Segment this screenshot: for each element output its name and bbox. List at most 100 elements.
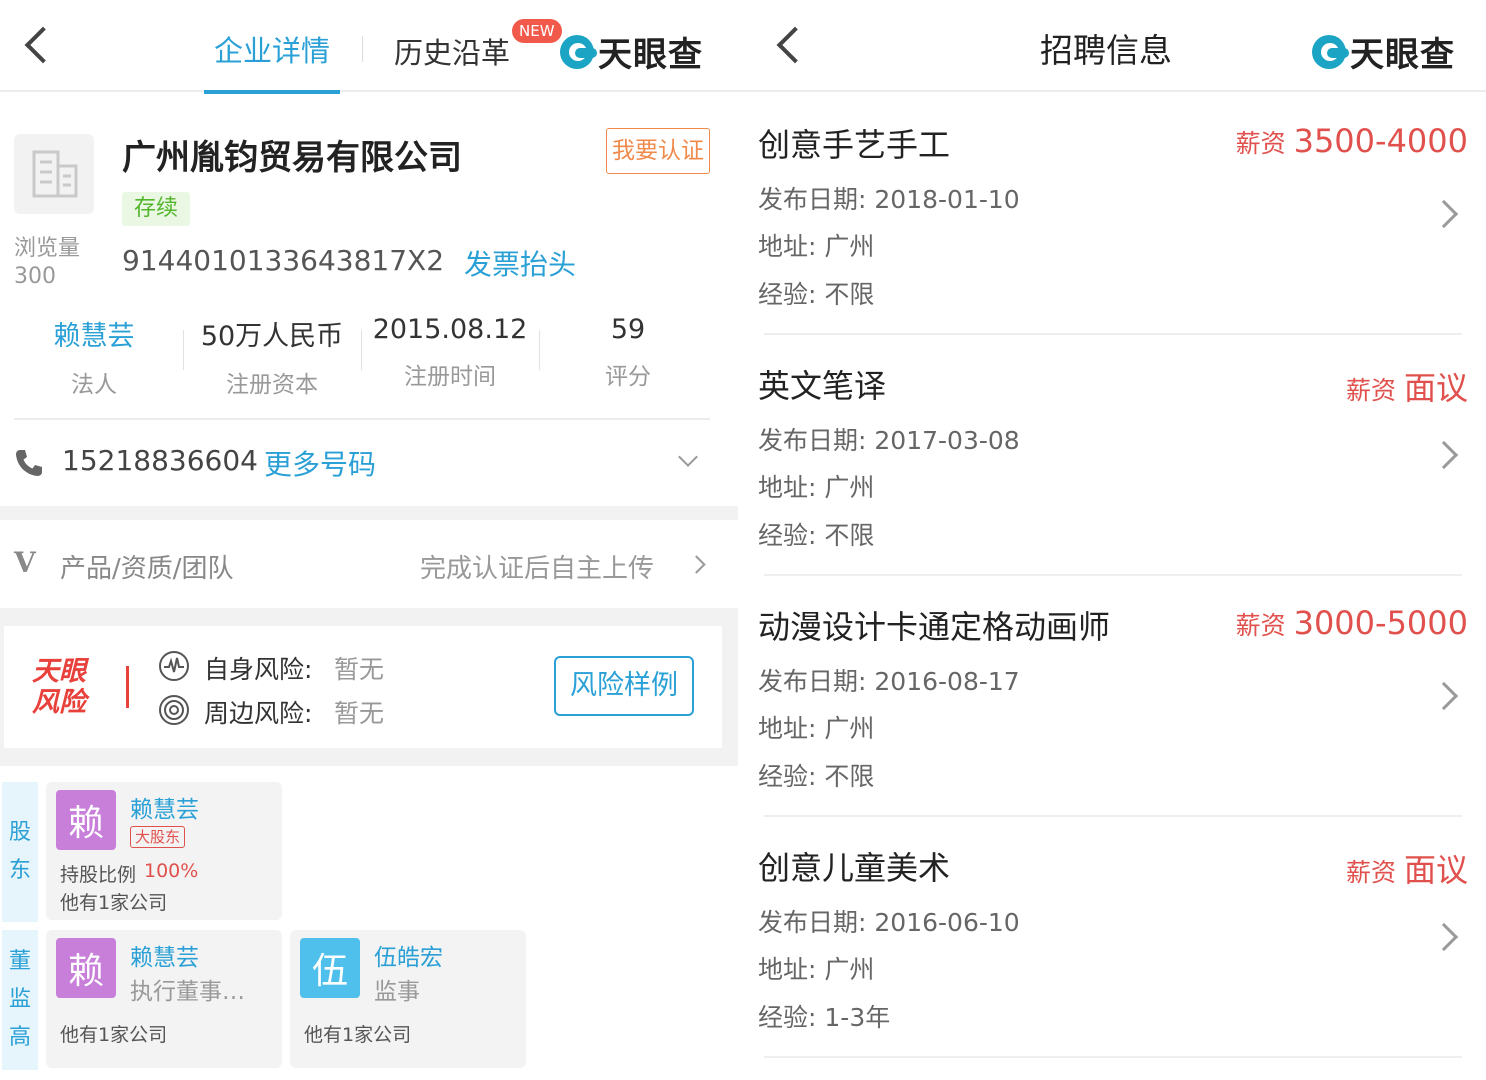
avatar: 赖 [56,938,116,998]
chevron-right-icon [1429,681,1459,711]
v-badge-icon: V [14,546,36,579]
address-value: 广州 [824,473,875,502]
legal-person-label: 法人 [71,372,117,398]
self-risk-label: 自身风险: [204,655,313,684]
radar-icon [159,695,189,725]
job-item[interactable]: 创意手艺手工 薪资 3500-4000 发布日期: 2018-01-10 地址: … [738,94,1486,334]
job-date: 发布日期: 2017-03-08 [758,421,1020,457]
surrounding-risk-value: 暂无 [334,699,385,728]
more-numbers-link[interactable]: 更多号码 [264,443,376,483]
job-item[interactable]: 英文笔译 薪资 面议 发布日期: 2017-03-08 地址: 广州 经验: 不限 [738,335,1486,575]
job-experience: 经验: 1-3年 [758,998,890,1034]
product-label: 产品/资质/团队 [60,554,234,584]
back-arrow-icon[interactable] [24,26,62,64]
phone-row[interactable]: 15218836604 更多号码 [0,420,738,506]
registered-capital-value: 50万人民币 [200,321,344,352]
stat-legal-person[interactable]: 赖慧芸 法人 [6,314,182,398]
address-label: 地址: [758,232,817,261]
chevron-right-icon [1429,199,1459,229]
score-value: 59 [610,314,646,345]
address-label: 地址: [758,473,817,502]
executives-section-label: 董 监 高 [2,930,38,1070]
tab-company-detail-label: 企业详情 [214,34,331,68]
executive-card[interactable]: 伍 伍皓宏 监事 他有1家公司 [290,930,526,1068]
job-salary: 薪资 3000-5000 [1236,604,1468,642]
salary-label: 薪资 [1235,129,1286,158]
job-item[interactable]: 创意儿童美术 薪资 面议 发布日期: 2016-06-10 地址: 广州 经验: … [738,817,1486,1057]
date-value: 2016-08-17 [874,667,1020,696]
share-ratio-label: 持股比例 [60,864,137,886]
shareholders-char: 股 [8,820,31,845]
credit-code: 9144010133643817X2 [122,244,445,277]
company-count: 他有1家公司 [60,892,168,914]
stat-score: 59 评分 [540,314,716,394]
shareholders-char: 东 [8,858,31,883]
executive-card[interactable]: 赖 赖慧芸 执行董事… 他有1家公司 [46,930,282,1068]
job-item[interactable]: 动漫设计卡通定格动画师 薪资 3000-5000 发布日期: 2016-08-17… [738,576,1486,816]
address-value: 广州 [824,955,875,984]
risk-card: 天眼 风险 自身风险: 暂无 周边风险: 暂无 风险样例 [4,626,722,748]
salary-value: 3500-4000 [1293,122,1468,160]
invoice-title-link[interactable]: 发票抬头 [464,243,576,283]
certify-button[interactable]: 我要认证 [606,128,710,174]
job-address: 地址: 广州 [758,950,874,986]
divider [764,1056,1462,1058]
tianyan-risk-logo: 天眼 风险 [32,656,102,718]
avatar: 伍 [300,938,360,998]
share-ratio-value: 100% [144,860,199,882]
risk-logo-divider [126,666,129,708]
job-salary: 薪资 面议 [1346,845,1468,891]
risk-sample-button[interactable]: 风险样例 [554,656,694,716]
product-qualification-row[interactable]: V 产品/资质/团队 完成认证后自主上传 [0,520,738,608]
job-experience: 经验: 不限 [758,757,874,793]
chevron-right-icon [1429,922,1459,952]
job-title: 动漫设计卡通定格动画师 [758,608,1111,646]
avatar: 赖 [56,790,116,850]
tab-company-detail[interactable]: 企业详情 [204,0,340,94]
address-label: 地址: [758,955,817,984]
major-shareholder-tag: 大股东 [130,826,186,848]
self-risk-value: 暂无 [334,655,385,684]
company-count: 他有1家公司 [60,1024,168,1046]
salary-label: 薪资 [1345,376,1396,405]
risk-logo-line1: 天眼 [32,656,86,687]
active-tab-underline [204,90,340,94]
company-count: 他有1家公司 [304,1024,412,1046]
tab-history[interactable]: 历史沿革 [394,30,510,72]
tianyancha-logo: 天眼查 [560,27,703,76]
executive-role: 监事 [374,979,420,1005]
tianyancha-logo: 天眼查 [1312,27,1455,76]
job-salary: 薪资 面议 [1346,363,1468,409]
tianyancha-mark-icon [560,34,597,69]
tianyancha-logo-text: 天眼查 [598,35,703,75]
views-label: 浏览量 [14,236,81,261]
chevron-down-icon[interactable] [678,447,698,467]
executive-name: 赖慧芸 [130,945,199,971]
date-label: 发布日期: [758,426,867,455]
experience-value: 不限 [824,280,875,309]
shareholders-section-label: 股 东 [2,782,38,922]
shareholder-card[interactable]: 赖 赖慧芸 大股东 持股比例 100% 他有1家公司 [46,782,282,920]
chevron-right-icon [687,555,706,574]
executive-role: 执行董事… [130,979,245,1005]
experience-label: 经验: [758,521,817,550]
tianyancha-logo-text: 天眼查 [1350,35,1455,75]
experience-label: 经验: [758,280,817,309]
stat-registered-date: 2015.08.12 注册时间 [362,314,538,394]
job-address: 地址: 广州 [758,709,874,745]
risk-logo-line2: 风险 [32,687,86,718]
date-value: 2016-06-10 [874,908,1020,937]
experience-value: 不限 [824,521,875,550]
experience-value: 1-3年 [824,1003,891,1032]
back-arrow-icon[interactable] [776,26,814,64]
executive-name: 伍皓宏 [374,945,443,971]
job-title: 创意手艺手工 [758,126,951,164]
executives-char: 董 [8,949,31,974]
company-name: 广州胤钧贸易有限公司 [122,138,462,178]
salary-label: 薪资 [1345,858,1396,887]
executives-char: 监 [8,987,31,1012]
job-experience: 经验: 不限 [758,275,874,311]
registered-date-label: 注册时间 [404,364,496,390]
job-salary: 薪资 3500-4000 [1236,122,1468,160]
address-label: 地址: [758,714,817,743]
